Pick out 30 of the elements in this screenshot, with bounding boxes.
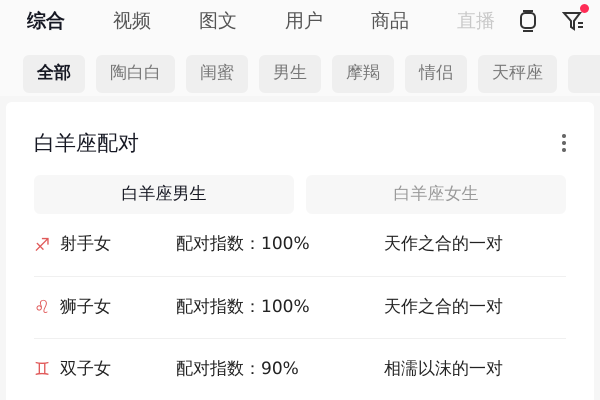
sign-name: 双子女 — [60, 358, 112, 381]
category-tab[interactable]: 商品 — [371, 0, 409, 42]
segment-tab[interactable]: 白羊座男生 — [34, 175, 294, 214]
card-title: 白羊座配对 — [34, 130, 139, 156]
category-tab[interactable]: 图文 — [199, 0, 237, 42]
filter-chip[interactable]: 陶白白 — [96, 55, 175, 93]
match-verdict: 相濡以沫的一对 — [384, 358, 503, 381]
filter-icon[interactable] — [562, 9, 586, 33]
zodiac-symbol: ♊ — [34, 358, 52, 382]
sign-name: 狮子女 — [60, 296, 112, 319]
category-tab[interactable]: 综合 — [27, 0, 65, 42]
filter-chip[interactable]: 男生 — [259, 55, 321, 93]
match-verdict: 天作之合的一对 — [384, 233, 503, 256]
category-tab[interactable]: 用户 — [285, 0, 323, 42]
match-score: 配对指数：100% — [176, 233, 311, 256]
zodiac-symbol: ♐ — [34, 234, 52, 258]
filter-chip[interactable]: 天秤座 — [478, 55, 557, 93]
match-score: 配对指数：90% — [176, 358, 300, 381]
filter-chip[interactable]: 闺蜜 — [186, 55, 248, 93]
filter-chip[interactable]: 情侣 — [405, 55, 467, 93]
match-score: 配对指数：100% — [176, 296, 311, 319]
zodiac-symbol: ♌ — [34, 296, 52, 320]
category-tab[interactable]: 视频 — [113, 0, 151, 42]
segment-tab[interactable]: 白羊座女生 — [306, 175, 566, 214]
filter-chip[interactable]: 全部 — [23, 55, 85, 93]
match-verdict: 天作之合的一对 — [384, 296, 503, 319]
sign-name: 射手女 — [60, 233, 112, 256]
tablet-icon[interactable] — [518, 10, 538, 32]
filter-chip[interactable]: 摩羯 — [332, 55, 394, 93]
more-icon[interactable] — [562, 134, 566, 152]
